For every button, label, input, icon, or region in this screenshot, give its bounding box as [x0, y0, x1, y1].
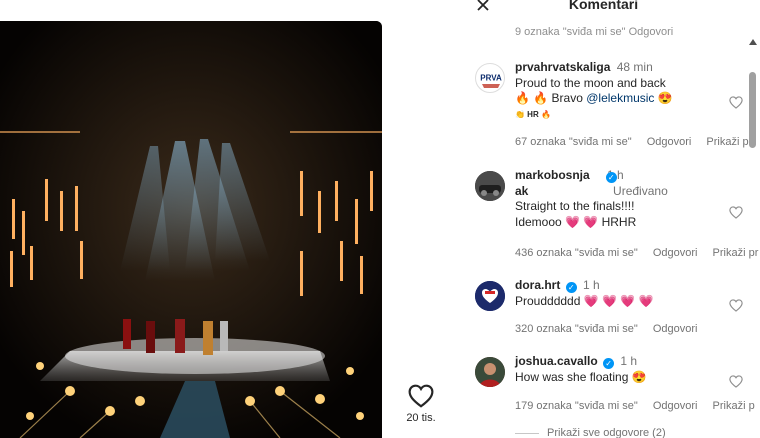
- reply-button[interactable]: Odgovori: [653, 400, 698, 412]
- heart-icon[interactable]: [729, 206, 743, 219]
- verified-icon: ✓: [605, 171, 617, 183]
- scrollbar[interactable]: [747, 36, 757, 438]
- comment-time[interactable]: 48 min: [617, 60, 653, 74]
- comments-panel: Komentari 9 oznaka "sviđa mi se" Odgovor…: [447, 0, 760, 438]
- comment-time[interactable]: 1 h: [583, 278, 600, 292]
- comment-body: joshua.cavallo ✓ 1 h How was she floatin…: [515, 354, 727, 385]
- comment-username[interactable]: markobosnja: [515, 168, 590, 182]
- view-replies-button[interactable]: Prikaži sve odgovore (2): [515, 427, 666, 438]
- avatar-text: PRVA: [480, 74, 502, 83]
- heart-icon[interactable]: [408, 384, 434, 408]
- comment-like-count[interactable]: 320 oznaka "sviđa mi se": [515, 323, 638, 335]
- reply-button[interactable]: Odgovori: [647, 136, 692, 148]
- profile-photo-icon: [475, 357, 505, 387]
- left-area: 20 tis.: [0, 0, 447, 438]
- like-count[interactable]: 20 tis.: [396, 412, 446, 424]
- comment-username-continued[interactable]: ak: [515, 184, 528, 198]
- heart-icon[interactable]: [729, 96, 743, 109]
- verified-icon: ✓: [565, 282, 577, 293]
- car-photo-icon: [475, 171, 505, 201]
- comment-text-line: Proud to the moon and back: [515, 75, 666, 90]
- comment-text-line: 🔥 🔥 Bravo: [515, 91, 587, 105]
- avatar[interactable]: [475, 171, 505, 201]
- panel-title: Komentari: [568, 0, 639, 12]
- comment-text-line: Straight to the finals!!!!: [515, 199, 635, 213]
- comment-body: markobosnja 1 h ak ✓ Uređivano Straight …: [515, 168, 727, 230]
- comment-meta: 179 oznaka "sviđa mi se" Odgovori Prikaž…: [515, 400, 760, 412]
- comment-like-count[interactable]: 179 oznaka "sviđa mi se": [515, 400, 638, 412]
- comment-text-line: Proudddddd 💗 💗 💗 💗: [515, 293, 654, 308]
- heart-icon[interactable]: [729, 375, 743, 388]
- comment-text-line: How was she floating 😍: [515, 369, 647, 384]
- comment-text-line: 👏 HR 🔥: [515, 109, 551, 119]
- avatar[interactable]: [475, 281, 505, 311]
- scroll-thumb[interactable]: [749, 72, 756, 148]
- stage-image: [0, 21, 382, 438]
- heart-icon[interactable]: [729, 299, 743, 312]
- comment-meta: 320 oznaka "sviđa mi se" Odgovori: [515, 323, 709, 335]
- comment-text-line: Idemooo 💗 💗 HRHR: [515, 214, 637, 229]
- previous-comment-meta: 9 oznaka "sviđa mi se" Odgovori: [515, 26, 674, 38]
- comment-time[interactable]: 1 h: [620, 354, 637, 368]
- scroll-up-icon[interactable]: [749, 39, 757, 45]
- comment-text-line: 😍: [654, 91, 673, 105]
- verified-icon: ✓: [603, 358, 615, 369]
- league-logo-icon: PRVA: [480, 73, 502, 88]
- comment-like-count[interactable]: 436 oznaka "sviđa mi se": [515, 247, 638, 259]
- mention-link[interactable]: @lelekmusic: [586, 91, 654, 105]
- edited-label: Uređivano: [613, 183, 668, 198]
- comment-username[interactable]: prvahrvatskaliga: [515, 60, 610, 74]
- comment-meta: 436 oznaka "sviđa mi se" Odgovori Prikaž…: [515, 247, 760, 259]
- comment-body: prvahrvatskaliga 48 min Proud to the moo…: [515, 60, 727, 122]
- comment-meta: 67 oznaka "sviđa mi se" Odgovori Prikaži…: [515, 136, 760, 148]
- reply-button[interactable]: Odgovori: [653, 247, 698, 259]
- avatar[interactable]: PRVA: [475, 63, 505, 93]
- comment-body: dora.hrt ✓ 1 h Proudddddd 💗 💗 💗 💗: [515, 278, 727, 309]
- reply-button[interactable]: Odgovori: [653, 323, 698, 335]
- comment-like-count[interactable]: 67 oznaka "sviđa mi se": [515, 136, 632, 148]
- post-video[interactable]: [0, 21, 382, 438]
- comment-username[interactable]: dora.hrt: [515, 278, 560, 292]
- avatar[interactable]: [475, 357, 505, 387]
- panel-header: Komentari: [447, 0, 760, 14]
- comment-username[interactable]: joshua.cavallo: [515, 354, 598, 368]
- post-like-column: 20 tis.: [396, 384, 446, 424]
- heart-flag-icon: [475, 281, 505, 311]
